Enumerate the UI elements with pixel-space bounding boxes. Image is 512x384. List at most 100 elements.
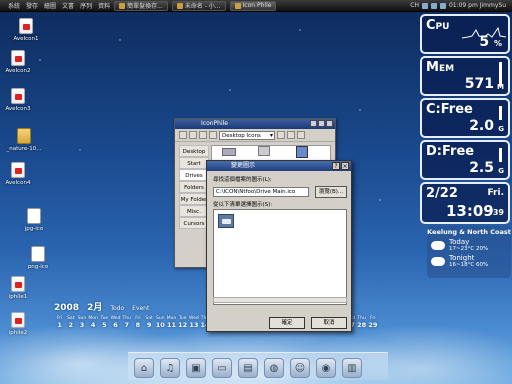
desktop-icon[interactable]: AveIcon3 [0,88,36,112]
tool-icon[interactable] [199,131,207,139]
help-button[interactable]: ? [332,162,340,170]
event-link[interactable]: Event [132,305,149,312]
calendar-day[interactable]: Sun 3 [76,316,87,328]
menu-item[interactable]: 系統 [8,1,20,10]
tray-icon[interactable] [421,2,428,9]
list-label: 從以下清單選擇圖示(S): [213,202,273,208]
browse-button[interactable]: 瀏覽(B)... [315,186,347,198]
pdf-icon [11,162,25,178]
task-button[interactable]: Icon Phile [229,0,277,11]
calendar-day[interactable]: Wed 6 [110,316,121,328]
calendar-day[interactable]: Sat 9 [144,316,155,328]
close-button[interactable] [326,120,333,127]
hard-drive-icon[interactable] [222,148,236,156]
language-indicator[interactable]: CH [410,2,419,9]
menu-item[interactable]: 序列 [80,1,92,10]
gear-icon[interactable] [297,131,305,139]
clock[interactable]: 01:09 pm JimmySu [449,2,506,9]
todo-link[interactable]: Todo [110,305,124,312]
day-number: 28 [357,321,367,329]
cpu-label-big: C [426,18,436,33]
sidebar-item-cursors[interactable]: Cursors [179,217,209,229]
desktop-icon-label: AveIcon4 [5,180,31,186]
calendar-day[interactable]: Wed 13 [188,316,199,328]
calendar-day[interactable]: Fri 8 [132,316,143,328]
notepad-icon [176,2,183,9]
cancel-button[interactable]: 取消 [311,317,347,329]
task-button[interactable]: 未命名 - 小... [171,0,226,11]
sidebar-item-start[interactable]: Start [179,157,209,169]
maximize-button[interactable] [318,120,325,127]
horizontal-scrollbar[interactable] [213,297,347,303]
desktop-icon[interactable]: AveIcon2 [0,50,36,74]
tool-icon[interactable] [179,131,187,139]
volume-icon[interactable] [430,2,437,9]
taskbar: 系統 發存 繪圖 文書 序列 資料 簡單髮換存... 未命名 - 小... Ic… [0,0,512,12]
task-label: Icon Phile [242,2,272,9]
iconphile-titlebar[interactable]: IconPhile [175,119,335,129]
calendar-day[interactable]: Sun 10 [155,316,166,328]
menu-item[interactable]: 發存 [26,1,38,10]
day-number: 5 [102,321,107,329]
sidebar-item-folders[interactable]: Folders [179,181,209,193]
cpu-label: CPU [426,18,449,33]
sidebar-item-drives[interactable]: Drives [179,169,209,181]
minimize-button[interactable] [310,120,317,127]
terminal-icon[interactable]: ▭ [212,358,232,378]
desktop-icon[interactable]: _nature-10... [6,128,42,152]
dialog-title: 變更圖示 [231,162,256,169]
cpu-value-number: 5 [479,34,490,50]
trash-icon[interactable]: ▥ [342,358,362,378]
icon-list[interactable] [213,209,347,305]
desktop-icon[interactable]: AveIcon1 [8,18,44,42]
dialog-titlebar[interactable]: 變更圖示 ? × [207,161,351,171]
menu-item[interactable]: 繪圖 [44,1,56,10]
tool-icon[interactable] [189,131,197,139]
calendar-day[interactable]: Fri 1 [54,316,65,328]
chart-icon[interactable]: ▤ [238,358,258,378]
music-icon[interactable]: ♫ [160,358,180,378]
calendar-day[interactable]: Tue 12 [177,316,188,328]
dock: ⌂ ♫ ▣ ▭ ▤ ◍ ☺ ◉ ▥ [128,352,388,380]
menu-item[interactable]: 資料 [98,1,110,10]
mem-label-small: EM [438,64,455,74]
desktop-icon[interactable]: AveIcon4 [0,162,36,186]
sidebar-item-misc[interactable]: Misc. [179,205,209,217]
desktop-icon-label: AveIcon3 [5,106,31,112]
desktop-icon[interactable]: png-ico [20,246,56,270]
ok-button[interactable]: 確定 [269,317,305,329]
home-icon[interactable]: ⌂ [134,358,154,378]
usb-drive-icon[interactable] [258,146,270,156]
close-button[interactable]: × [341,162,349,170]
calendar-day[interactable]: Mon 4 [88,316,99,328]
sidebar-item-my-folder[interactable]: My Folder [179,193,209,205]
desktop-icon[interactable]: jpg-ico [16,208,52,232]
sidebar-item-desktop[interactable]: Desktop [179,145,209,157]
tool-icon[interactable] [209,131,217,139]
tool-icon[interactable] [277,131,285,139]
task-button[interactable]: 簡單髮換存... [114,0,168,11]
calendar-day[interactable]: Tue 5 [99,316,110,328]
drive-icon[interactable] [218,214,234,228]
icon-path-input[interactable]: C:\ICON\Ntfoo\Drive Main.ico [213,187,309,197]
desktop-icon[interactable]: iphile2 [0,312,36,336]
menu-item[interactable]: 文書 [62,1,74,10]
network-icon[interactable] [439,2,446,9]
image-icon[interactable]: ▣ [186,358,206,378]
globe-icon[interactable]: ◍ [264,358,284,378]
day-number: 6 [113,321,118,329]
earth-icon[interactable]: ◉ [316,358,336,378]
calendar-day[interactable]: Fri 29 [367,316,378,328]
file-label: 尋找這個檔案的圖示(L): [213,177,272,183]
desktop-icon[interactable]: iphile1 [0,276,36,300]
calendar-day[interactable]: Thu 7 [121,316,132,328]
calendar-day[interactable]: Mon 11 [166,316,177,328]
c-drive-widget: C:Free 2.0 G [420,98,510,138]
calendar-day[interactable]: Sat 2 [65,316,76,328]
removable-drive-icon[interactable] [296,146,308,158]
tool-icon[interactable] [287,131,295,139]
category-dropdown[interactable]: Desktop Icons [219,130,275,140]
calendar-day[interactable]: Thu 28 [356,316,367,328]
messenger-icon[interactable]: ☺ [290,358,310,378]
pdf-icon [19,18,33,34]
